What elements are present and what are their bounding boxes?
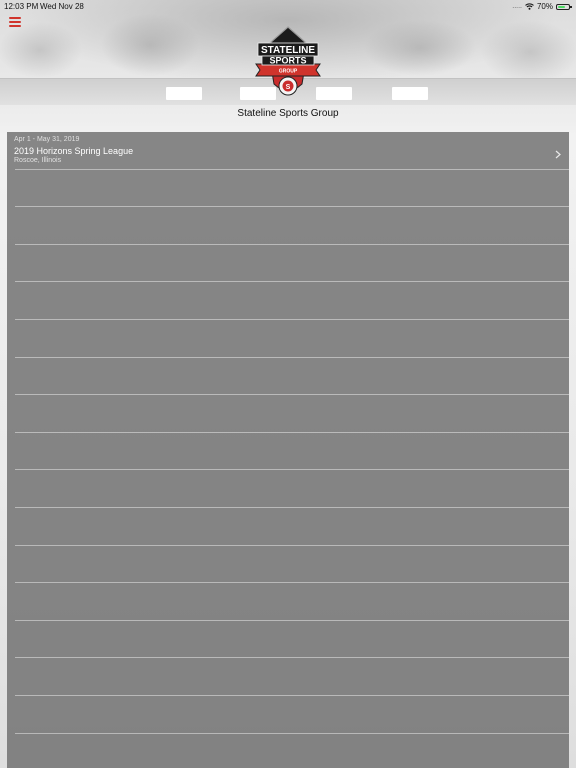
- wifi-icon: [525, 3, 534, 10]
- empty-list-row: [15, 282, 569, 320]
- hamburger-menu-icon: [9, 25, 21, 27]
- empty-list-row: [15, 358, 569, 396]
- event-title: 2019 Horizons Spring League: [14, 146, 134, 156]
- empty-list-row: [15, 621, 569, 659]
- empty-list-row: [15, 245, 569, 283]
- status-indicators: ..... 70%: [512, 2, 572, 11]
- status-bar: 12:03 PM Wed Nov 28 ..... 70%: [0, 0, 576, 14]
- empty-list-row: [15, 658, 569, 696]
- status-time: 12:03 PM: [4, 2, 39, 11]
- svg-text:S: S: [286, 84, 291, 91]
- empty-list-row: [15, 546, 569, 584]
- chevron-right-icon: [555, 146, 561, 164]
- empty-list-row: [15, 320, 569, 358]
- hamburger-menu-icon: [9, 17, 21, 19]
- event-date-range: Apr 1 - May 31, 2019: [14, 136, 80, 143]
- battery-percent: 70%: [536, 2, 553, 11]
- status-date: Wed Nov 28: [40, 2, 84, 11]
- cellular-signal-icon: .....: [512, 3, 522, 10]
- background-sign: [166, 87, 202, 100]
- empty-list-row: [15, 170, 569, 208]
- battery-fill: [558, 5, 565, 8]
- empty-list-row: [15, 207, 569, 245]
- empty-list-row: [15, 508, 569, 546]
- event-location: Roscoe, Illinois: [14, 157, 62, 164]
- event-list: Apr 1 - May 31, 2019 2019 Horizons Sprin…: [7, 132, 569, 768]
- menu-button[interactable]: [9, 17, 21, 29]
- empty-list-row: [15, 583, 569, 621]
- background-sign: [392, 87, 428, 100]
- logo-line1: STATELINE: [261, 45, 315, 56]
- empty-list-row: [15, 470, 569, 508]
- stateline-sports-group-logo: S STATELINE SPORTS GROUP: [255, 26, 321, 96]
- event-row[interactable]: Apr 1 - May 31, 2019 2019 Horizons Sprin…: [14, 132, 569, 170]
- logo-line3: GROUP: [279, 69, 298, 75]
- empty-list-row: [15, 696, 569, 734]
- empty-list-row: [15, 395, 569, 433]
- empty-list-row: [15, 433, 569, 471]
- battery-icon: [556, 3, 572, 10]
- organization-name: Stateline Sports Group: [237, 108, 339, 119]
- empty-list-row: [15, 734, 569, 768]
- hamburger-menu-icon: [9, 21, 21, 23]
- logo-line2: SPORTS: [269, 56, 306, 66]
